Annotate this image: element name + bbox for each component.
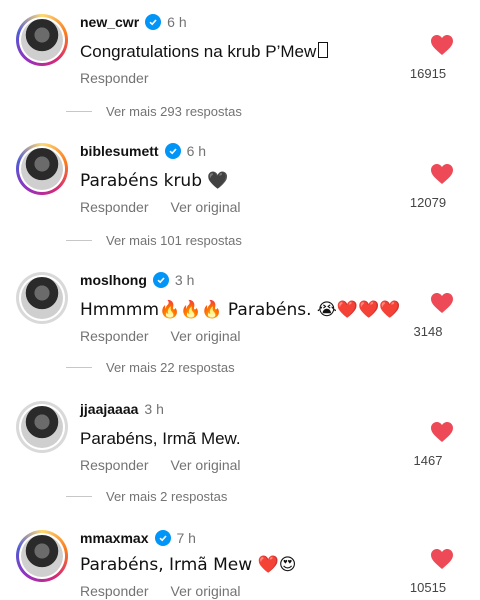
like-area: 10515: [398, 548, 458, 595]
avatar[interactable]: [16, 530, 68, 582]
comment-text: Parabéns, Irmã Mew ❤️😍: [80, 555, 297, 575]
reply-button[interactable]: Responder: [80, 199, 149, 215]
reply-button[interactable]: Responder: [80, 328, 149, 344]
like-area: 12079: [398, 163, 458, 210]
username[interactable]: new_cwr: [80, 14, 139, 30]
username[interactable]: biblesumett: [80, 143, 159, 159]
username[interactable]: mmaxmax: [80, 530, 149, 546]
heart-icon[interactable]: [430, 34, 454, 56]
view-replies-label: Ver mais 293 respostas: [106, 104, 242, 119]
reply-button[interactable]: Responder: [80, 70, 149, 86]
view-replies-button[interactable]: Ver mais 22 respostas: [66, 360, 235, 375]
like-count: 12079: [409, 195, 447, 210]
view-original-button[interactable]: Ver original: [171, 583, 241, 599]
like-area: 3148: [398, 292, 458, 339]
view-replies-label: Ver mais 22 respostas: [106, 360, 235, 375]
divider: [66, 496, 92, 497]
view-replies-button[interactable]: Ver mais 2 respostas: [66, 489, 227, 504]
username[interactable]: jjaajaaaa: [80, 401, 138, 417]
username[interactable]: moslhong: [80, 272, 147, 288]
view-original-button[interactable]: Ver original: [171, 457, 241, 473]
like-count: 3148: [413, 324, 443, 339]
verified-badge-icon: [154, 530, 171, 546]
verified-badge-icon: [152, 272, 169, 288]
timestamp: 3 h: [174, 272, 195, 288]
like-area: 16915: [398, 34, 458, 81]
view-original-button[interactable]: Ver original: [171, 328, 241, 344]
view-replies-button[interactable]: Ver mais 101 respostas: [66, 233, 242, 248]
like-count: 1467: [413, 453, 443, 468]
avatar[interactable]: [16, 143, 68, 195]
like-count: 16915: [409, 66, 447, 81]
view-replies-label: Ver mais 101 respostas: [106, 233, 242, 248]
comment-text: Hmmmm🔥🔥🔥 Parabéns. 😭❤️❤️❤️: [80, 300, 401, 320]
verified-badge-icon: [145, 14, 162, 30]
verified-badge-icon: [164, 143, 181, 159]
timestamp: 7 h: [176, 530, 196, 546]
view-original-button[interactable]: Ver original: [171, 199, 241, 215]
heart-icon[interactable]: [430, 548, 454, 570]
avatar[interactable]: [16, 401, 68, 453]
divider: [66, 367, 92, 368]
view-replies-button[interactable]: Ver mais 293 respostas: [66, 104, 242, 119]
heart-icon[interactable]: [430, 163, 454, 185]
divider: [66, 111, 92, 112]
like-count: 10515: [409, 580, 447, 595]
heart-icon[interactable]: [430, 421, 454, 443]
timestamp: 6 h: [186, 143, 207, 159]
comment-text: Congratulations na krub P’Mew: [80, 42, 329, 62]
timestamp: 6 h: [167, 14, 187, 30]
avatar[interactable]: [16, 272, 68, 324]
reply-button[interactable]: Responder: [80, 583, 149, 599]
heart-icon[interactable]: [430, 292, 454, 314]
comment-text: Parabéns, Irmã Mew.: [80, 429, 241, 448]
view-replies-label: Ver mais 2 respostas: [106, 489, 228, 504]
avatar[interactable]: [16, 14, 68, 66]
divider: [66, 240, 92, 241]
reply-button[interactable]: Responder: [80, 457, 149, 473]
timestamp: 3 h: [144, 401, 164, 417]
like-area: 1467: [398, 421, 458, 468]
comment-text: Parabéns krub 🖤: [80, 171, 229, 191]
